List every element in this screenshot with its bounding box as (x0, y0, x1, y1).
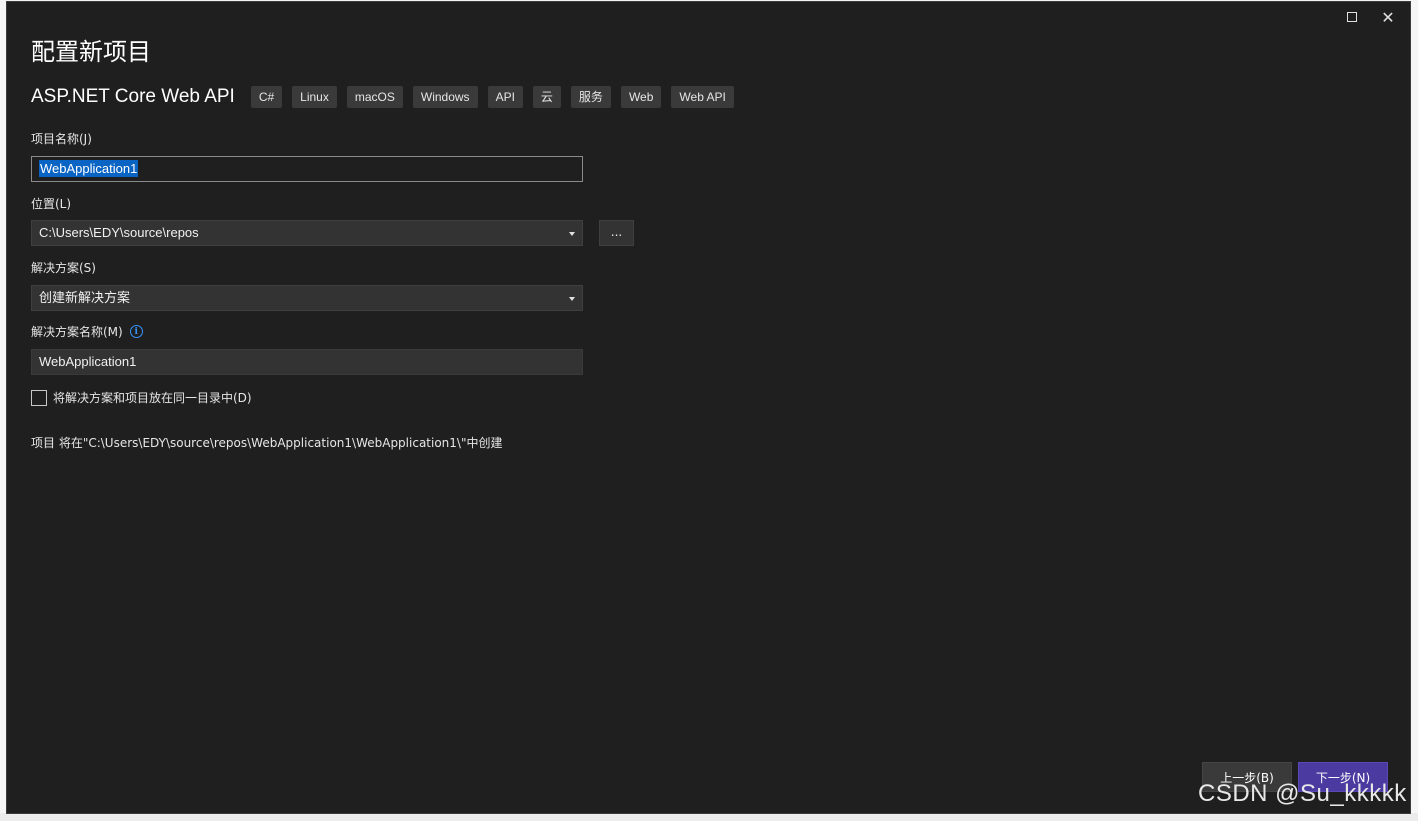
close-button[interactable]: ✕ (1370, 4, 1406, 30)
solution-name-input[interactable]: WebApplication1 (31, 349, 583, 375)
solution-name-label-row: 解决方案名称(M) i (31, 323, 143, 340)
background-page-right (1410, 0, 1418, 821)
tag-web: Web (620, 86, 662, 108)
page-title: 配置新项目 (31, 38, 151, 66)
tag-service: 服务 (570, 86, 611, 108)
solution-value: 创建新解决方案 (39, 290, 131, 305)
configure-project-dialog: ✕ 配置新项目 ASP.NET Core Web API C# Linux ma… (6, 1, 1411, 814)
chevron-down-icon (569, 232, 575, 236)
project-name-label: 项目名称(J) (31, 132, 92, 146)
close-icon: ✕ (1381, 7, 1395, 27)
template-header: ASP.NET Core Web API C# Linux macOS Wind… (31, 86, 744, 108)
solution-dropdown[interactable]: 创建新解决方案 (31, 285, 583, 311)
solution-name-label: 解决方案名称(M) (31, 325, 123, 339)
tag-csharp: C# (250, 86, 283, 108)
project-name-value: WebApplication1 (39, 160, 139, 177)
tag-web-api: Web API (671, 86, 734, 108)
tag-macos: macOS (346, 86, 403, 108)
chevron-down-icon (569, 297, 575, 301)
project-path-note: 项目 将在"C:\Users\EDY\source\repos\WebAppli… (31, 436, 503, 450)
info-icon[interactable]: i (129, 325, 143, 338)
tag-cloud: 云 (532, 86, 561, 108)
same-directory-option[interactable]: 将解决方案和项目放在同一目录中(D) (31, 389, 252, 406)
project-name-input[interactable]: WebApplication1 (31, 156, 583, 182)
tag-windows: Windows (412, 86, 478, 108)
tag-api: API (487, 86, 523, 108)
location-combobox[interactable]: C:\Users\EDY\source\repos (31, 220, 583, 246)
same-directory-label: 将解决方案和项目放在同一目录中(D) (53, 391, 252, 405)
maximize-button[interactable] (1334, 4, 1370, 30)
location-value: C:\Users\EDY\source\repos (39, 225, 199, 240)
same-directory-checkbox[interactable] (31, 389, 47, 406)
browse-button[interactable]: ... (599, 220, 634, 246)
template-name: ASP.NET Core Web API (31, 86, 235, 107)
maximize-icon (1347, 12, 1357, 22)
solution-label: 解决方案(S) (31, 261, 96, 275)
tag-linux: Linux (292, 86, 337, 108)
watermark: CSDN @Su_kkkkk (1198, 780, 1407, 807)
background-page-bottom (0, 813, 1418, 821)
location-label: 位置(L) (31, 197, 72, 211)
